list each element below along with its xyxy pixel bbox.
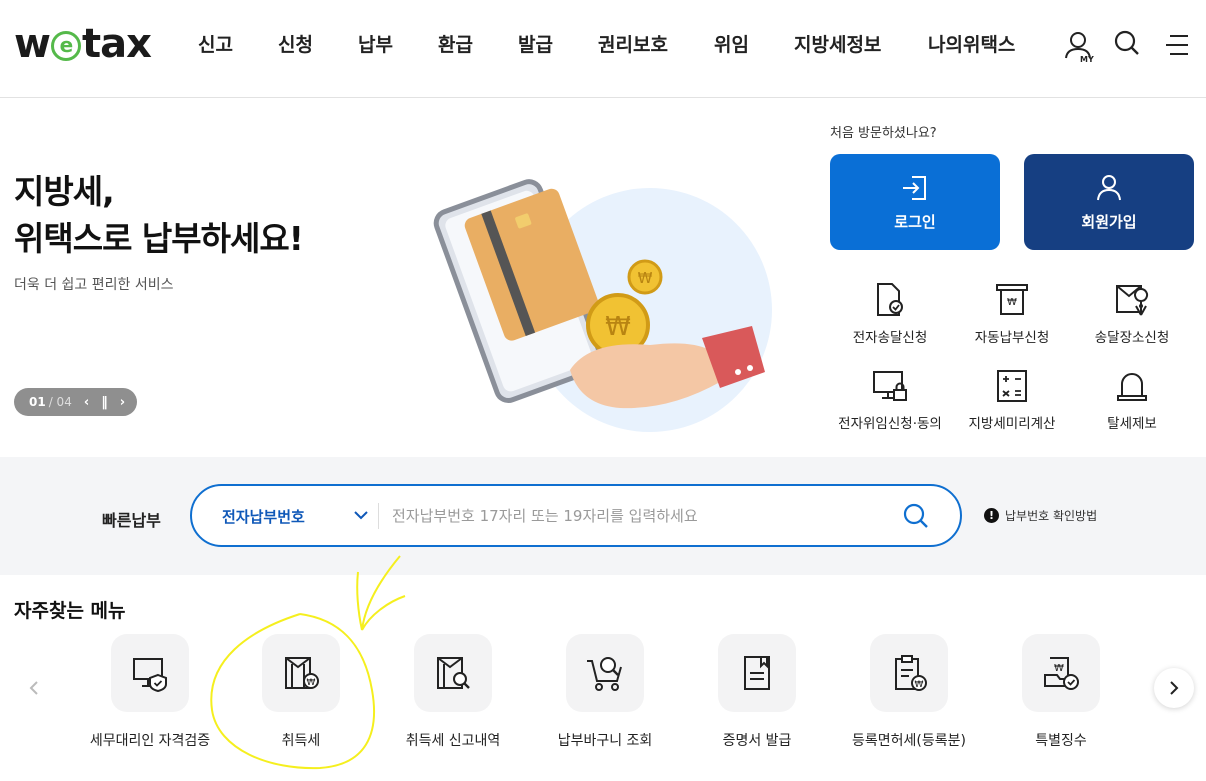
service-label: 자동납부신청 [974, 330, 1050, 346]
menu-item-label: 납부바구니 조회 [557, 733, 653, 749]
service-label: 전자위임신청·동의 [838, 416, 942, 432]
nav-item-report[interactable]: 신고 [198, 30, 233, 57]
slide-total: / 04 [48, 395, 72, 409]
tax-search-icon [414, 634, 492, 712]
menu-item-label: 등록면허세(등록분) [852, 733, 966, 749]
user-my-icon[interactable]: MY [1064, 30, 1096, 68]
login-icon [903, 175, 926, 200]
svg-text:₩: ₩ [1007, 297, 1017, 308]
service-label: 전자송달신청 [852, 330, 928, 346]
nav-item-local-tax-info[interactable]: 지방세정보 [794, 30, 881, 57]
cart-search-icon [566, 634, 644, 712]
hero-title-line1: 지방세, [14, 172, 115, 211]
hero-title: 지방세, 위택스로 납부하세요! [14, 168, 304, 262]
svg-text:₩: ₩ [307, 678, 316, 688]
menu-icon[interactable] [1164, 30, 1192, 64]
service-e-delivery[interactable]: 전자송달신청 [830, 280, 950, 346]
login-button[interactable]: 로그인 [830, 154, 1000, 250]
menu-item-acquisition-tax[interactable]: ₩ 취득세 [226, 634, 376, 750]
prev-slide-icon[interactable]: ‹ [84, 395, 89, 410]
menu-item-label: 취득세 신고내역 [405, 733, 501, 749]
svg-text:₩: ₩ [638, 269, 653, 287]
svg-text:₩: ₩ [1054, 663, 1064, 674]
nav-item-issue[interactable]: 발급 [518, 30, 553, 57]
document-check-icon [830, 280, 950, 320]
payment-number-input[interactable] [392, 498, 872, 534]
nav-item-refund[interactable]: 환급 [438, 30, 473, 57]
service-tax-calculator[interactable]: 지방세미리계산 [952, 366, 1072, 432]
hero-illustration: ₩ ₩ [433, 179, 772, 432]
menu-item-label: 취득세 [281, 733, 321, 749]
header: w e tax 신고 신청 납부 환급 발급 권리보호 위임 지방세정보 나의위택스… [0, 0, 1206, 98]
chevron-right-icon [1170, 681, 1179, 695]
menu-item-label: 특별징수 [1035, 733, 1087, 749]
my-label: MY [1080, 55, 1094, 64]
person-icon [1097, 174, 1121, 200]
divider [378, 503, 379, 529]
nav-item-rights[interactable]: 권리보호 [598, 30, 668, 57]
special-collection-icon: ₩ [1022, 634, 1100, 712]
siren-icon [1072, 366, 1192, 406]
page: w e tax 신고 신청 납부 환급 발급 권리보호 위임 지방세정보 나의위택스… [0, 0, 1206, 781]
acquisition-tax-icon: ₩ [262, 634, 340, 712]
calculator-icon [952, 366, 1072, 406]
frequent-menu-title: 자주찾는 메뉴 [14, 600, 126, 622]
join-label: 회원가입 [1081, 212, 1137, 231]
menu-item-label: 증명서 발급 [722, 733, 792, 749]
certificate-icon [718, 634, 796, 712]
first-visit-question: 처음 방문하셨나요? [830, 126, 937, 141]
menu-item-certificate[interactable]: 증명서 발급 [682, 634, 832, 750]
menu-item-registration-license-tax[interactable]: ₩ 등록면허세(등록분) [834, 634, 984, 750]
service-label: 탈세제보 [1107, 416, 1157, 432]
help-label: 납부번호 확인방법 [1005, 509, 1098, 523]
menu-item-special-collection[interactable]: ₩ 특별징수 [986, 634, 1136, 750]
nav-item-apply[interactable]: 신청 [278, 30, 313, 57]
hero-subtitle: 더욱 더 쉽고 편리한 서비스 [14, 277, 174, 293]
logo-e: e [50, 31, 81, 61]
svg-text:₩: ₩ [605, 312, 631, 342]
nav-item-pay[interactable]: 납부 [358, 30, 393, 57]
quick-pay-box: 전자납부번호 [190, 484, 962, 547]
slider-control: 01 / 04 ‹ ‖ › [14, 388, 137, 416]
auto-pay-icon: ₩ [952, 280, 1072, 320]
quick-pay-label: 빠른납부 [102, 511, 161, 530]
hero-title-line2: 위택스로 납부하세요! [14, 219, 304, 258]
service-delivery-address[interactable]: 송달장소신청 [1072, 280, 1192, 346]
service-label: 지방세미리계산 [968, 416, 1056, 432]
next-slide-icon[interactable]: › [120, 395, 125, 410]
chevron-left-icon [29, 681, 38, 695]
payment-type-select[interactable]: 전자납부번호 [222, 506, 305, 527]
wetax-logo[interactable]: w e tax [14, 21, 152, 67]
next-arrow-button[interactable] [1154, 668, 1194, 708]
service-auto-pay[interactable]: ₩ 자동납부신청 [952, 280, 1072, 346]
pause-icon[interactable]: ‖ [101, 395, 108, 410]
menu-item-agent-verification[interactable]: 세무대리인 자격검증 [75, 634, 225, 750]
quick-pay-section: 빠른납부 전자납부번호 ! 납부번호 확인방법 [0, 457, 1206, 575]
join-button[interactable]: 회원가입 [1024, 154, 1194, 250]
envelope-location-icon [1072, 280, 1192, 320]
menu-item-label: 세무대리인 자격검증 [89, 733, 211, 749]
chevron-down-icon[interactable] [352, 506, 370, 524]
menu-item-payment-basket[interactable]: 납부바구니 조회 [530, 634, 680, 750]
monitor-shield-icon [111, 634, 189, 712]
monitor-lock-icon [830, 366, 950, 406]
search-icon[interactable] [1114, 30, 1140, 62]
payment-number-help-link[interactable]: ! 납부번호 확인방법 [984, 507, 1097, 524]
login-label: 로그인 [894, 212, 936, 231]
logo-text-right: tax [81, 21, 152, 67]
clipboard-tax-icon: ₩ [870, 634, 948, 712]
svg-text:₩: ₩ [915, 680, 924, 690]
menu-item-acquisition-history[interactable]: 취득세 신고내역 [378, 634, 528, 750]
logo-text-left: w [14, 21, 51, 67]
info-icon: ! [984, 508, 999, 523]
prev-arrow-button[interactable] [14, 668, 54, 708]
search-icon[interactable] [902, 502, 930, 530]
service-tax-evasion-report[interactable]: 탈세제보 [1072, 366, 1192, 432]
nav-item-my-wetax[interactable]: 나의위택스 [928, 30, 1015, 57]
service-label: 송달장소신청 [1094, 330, 1170, 346]
nav-item-delegation[interactable]: 위임 [714, 30, 749, 57]
slide-current: 01 [29, 395, 46, 409]
service-e-delegation[interactable]: 전자위임신청·동의 [830, 366, 950, 432]
